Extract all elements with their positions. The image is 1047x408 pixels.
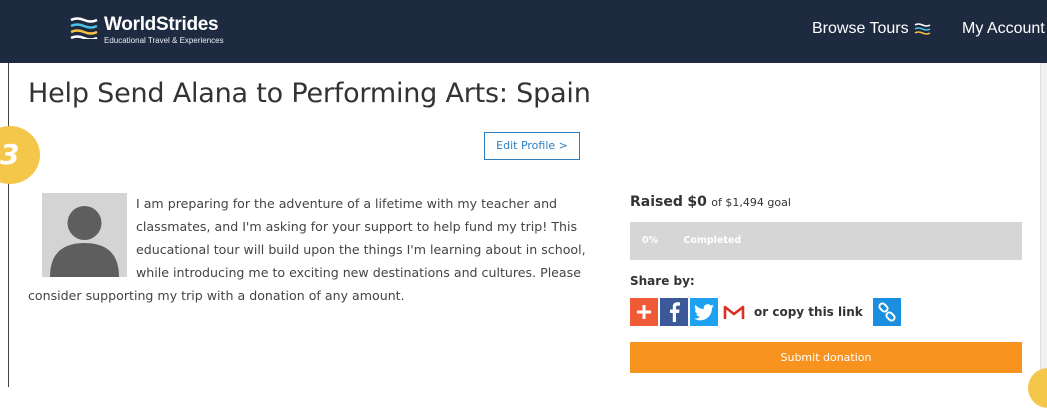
step-badge: 3 (0, 126, 40, 184)
link-icon (878, 302, 896, 322)
goal-text: of $1,494 goal (711, 196, 791, 209)
share-gmail-button[interactable] (720, 298, 748, 326)
logo-name: WorldStrides (104, 14, 219, 35)
menu-lines-icon (914, 23, 931, 35)
profile-description: I am preparing for the adventure of a li… (28, 192, 598, 307)
scrollbar[interactable] (1040, 63, 1047, 387)
corner-marker (1028, 368, 1047, 408)
copy-link-text: or copy this link (754, 305, 863, 319)
left-border (8, 63, 9, 387)
share-twitter-button[interactable] (690, 298, 718, 326)
edit-profile-button[interactable]: Edit Profile > (484, 132, 580, 160)
copy-link-button[interactable] (872, 298, 901, 326)
facebook-icon (670, 302, 680, 322)
page-title: Help Send Alana to Performing Arts: Spai… (28, 78, 591, 109)
top-navbar: WorldStrides Educational Travel & Experi… (0, 0, 1047, 63)
share-label: Share by: (630, 274, 695, 288)
browse-tours-label: Browse Tours (812, 20, 909, 37)
progress-status: Completed (683, 235, 742, 246)
raised-summary: Raised $0 of $1,494 goal (630, 194, 791, 210)
my-account-link[interactable]: My Account (962, 20, 1045, 38)
progress-percent: 0% (642, 235, 659, 246)
share-facebook-button[interactable] (660, 298, 688, 326)
raised-amount: $0 (687, 194, 707, 210)
logo-tagline: Educational Travel & Experiences (104, 36, 224, 45)
step-badge-number: 3 (0, 138, 20, 171)
raised-label: Raised (630, 194, 683, 210)
plus-icon (637, 305, 651, 319)
share-buttons: or copy this link (630, 298, 903, 326)
logo-icon (70, 17, 98, 39)
worldstrides-logo[interactable]: WorldStrides Educational Travel & Experi… (70, 15, 224, 46)
submit-donation-button[interactable]: Submit donation (630, 342, 1022, 373)
share-more-button[interactable] (630, 298, 658, 326)
browse-tours-link[interactable]: Browse Tours (812, 20, 931, 38)
progress-bar: 0% Completed (630, 222, 1022, 260)
gmail-icon (723, 305, 745, 319)
twitter-icon (694, 303, 714, 320)
